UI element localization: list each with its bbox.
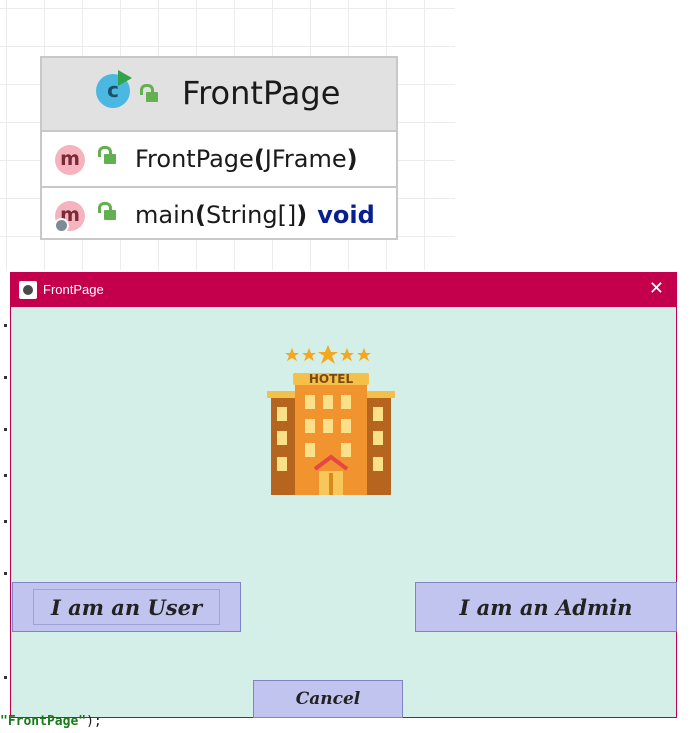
public-lock-icon (98, 202, 116, 220)
public-lock-icon (140, 84, 158, 102)
method-signature: main(String[]) void (135, 201, 375, 229)
class-name: FrontPage (182, 74, 341, 112)
code-quote-close: " (78, 714, 87, 729)
static-modifier-icon (54, 218, 69, 233)
admin-button-label: I am an Admin (459, 595, 633, 620)
uml-class-header: c FrontPage (42, 58, 396, 132)
editor-edge-mark (4, 676, 7, 679)
method-row-constructor[interactable]: m FrontPage(JFrame) (42, 132, 396, 188)
method-params: String[] (205, 201, 297, 229)
editor-edge-mark (4, 324, 7, 327)
window-title: FrontPage (43, 282, 104, 297)
admin-button[interactable]: I am an Admin (415, 582, 677, 632)
cancel-button-label: Cancel (295, 689, 361, 709)
method-name: main (135, 201, 195, 229)
editor-edge-mark (4, 520, 7, 523)
method-icon: m (55, 145, 85, 175)
run-icon (118, 70, 132, 86)
method-return-type: void (317, 201, 375, 229)
hotel-logo-icon: HOTEL (267, 345, 395, 495)
method-row-main[interactable]: m main(String[]) void (42, 188, 396, 242)
rating-stars-icon (285, 345, 371, 364)
code-tail: ); (86, 714, 102, 729)
method-icon-letter: m (60, 148, 80, 170)
code-line-fragment: "FrontPage"); (0, 714, 102, 729)
class-icon: c (96, 70, 132, 108)
public-lock-icon (98, 146, 116, 164)
hotel-sign-text: HOTEL (309, 372, 354, 386)
window-titlebar[interactable]: FrontPage ✕ (11, 273, 676, 307)
editor-edge-mark (4, 474, 7, 477)
frontpage-window[interactable]: FrontPage ✕ HOTEL I am an User I am an A… (10, 272, 677, 718)
editor-edge-mark (4, 428, 7, 431)
method-name: FrontPage (135, 145, 254, 173)
cancel-button[interactable]: Cancel (253, 680, 403, 718)
code-string-literal: FrontPage (7, 714, 79, 729)
uml-class-box[interactable]: c FrontPage m FrontPage(JFrame) m main(S… (40, 56, 398, 240)
editor-edge-mark (4, 572, 7, 575)
close-icon[interactable]: ✕ (649, 278, 664, 299)
code-quote-open: " (0, 714, 8, 729)
method-params: JFrame (264, 145, 347, 173)
user-button[interactable]: I am an User (12, 582, 241, 632)
user-button-label: I am an User (50, 595, 203, 620)
java-app-icon (19, 281, 37, 299)
editor-edge-mark (4, 376, 7, 379)
method-signature: FrontPage(JFrame) (135, 145, 358, 173)
